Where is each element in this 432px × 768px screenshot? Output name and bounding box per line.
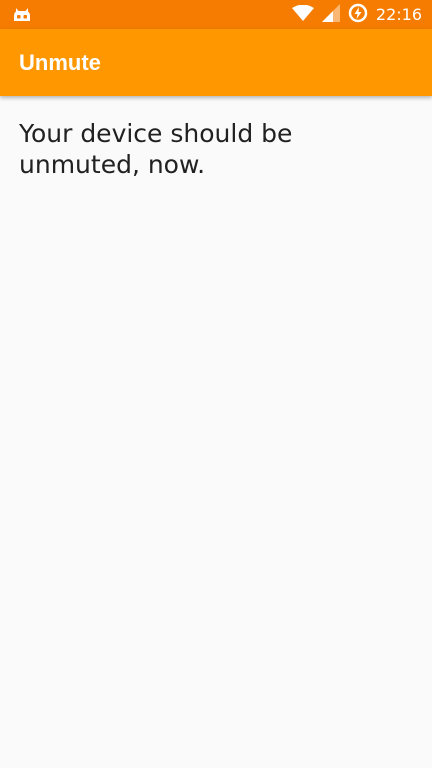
main-content: Your device should be unmuted, now. xyxy=(0,96,432,768)
battery-charging-icon xyxy=(348,3,368,27)
app-bar: Unmute xyxy=(0,29,432,96)
signal-icon xyxy=(321,3,340,26)
app-title: Unmute xyxy=(19,50,101,75)
status-time: 22:16 xyxy=(375,5,422,24)
cyanogenmod-icon xyxy=(12,6,32,23)
wifi-icon xyxy=(291,4,314,25)
status-message: Your device should be unmuted, now. xyxy=(19,119,293,179)
status-icons: 22:16 xyxy=(291,0,422,29)
status-bar: 22:16 xyxy=(0,0,432,29)
